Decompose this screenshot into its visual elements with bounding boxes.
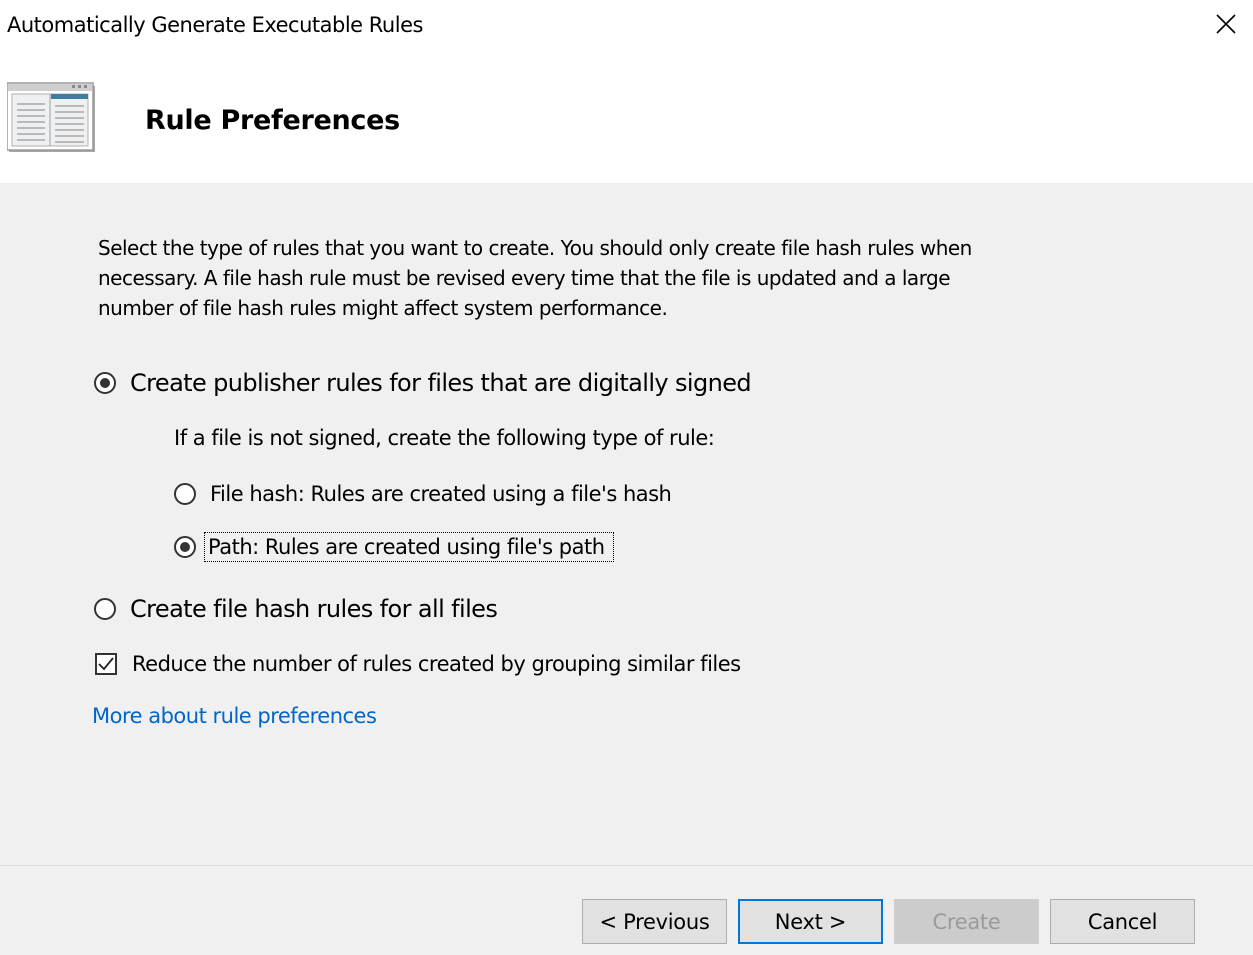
path-option[interactable]: Path: Rules are created using file's pat… [174,532,614,562]
group-similar-files-option[interactable]: Reduce the number of rules created by gr… [95,652,741,676]
title-bar: Automatically Generate Executable Rules [0,0,1253,56]
group-similar-files-label: Reduce the number of rules created by gr… [132,652,741,676]
more-about-rule-preferences-link[interactable]: More about rule preferences [92,704,377,728]
publisher-rules-radio[interactable] [94,372,116,394]
wizard-content: Select the type of rules that you want t… [0,183,1253,865]
description-text: Select the type of rules that you want t… [98,236,972,320]
next-button[interactable]: Next > [738,899,883,944]
hash-all-files-option[interactable]: Create file hash rules for all files [94,595,498,623]
unsigned-file-instruction: If a file is not signed, create the foll… [174,426,715,450]
path-label: Path: Rules are created using file's pat… [204,532,614,562]
window-title: Automatically Generate Executable Rules [7,13,423,37]
path-radio[interactable] [174,536,196,558]
previous-button[interactable]: < Previous [582,899,727,944]
cancel-button[interactable]: Cancel [1050,899,1195,944]
close-button[interactable] [1198,0,1253,48]
page-title: Rule Preferences [145,105,400,136]
wizard-header: Rule Preferences [0,56,1253,183]
publisher-rules-label: Create publisher rules for files that ar… [130,369,752,397]
window-list-icon [7,82,95,152]
create-button[interactable]: Create [894,899,1039,944]
file-hash-option[interactable]: File hash: Rules are created using a fil… [174,482,672,506]
hash-all-files-label: Create file hash rules for all files [130,595,498,623]
hash-all-files-radio[interactable] [94,598,116,620]
publisher-rules-option[interactable]: Create publisher rules for files that ar… [94,369,752,397]
file-hash-label: File hash: Rules are created using a fil… [210,482,672,506]
checkmark-icon [98,657,114,671]
group-similar-files-checkbox[interactable] [95,653,117,675]
file-hash-radio[interactable] [174,483,196,505]
footer-divider [0,865,1253,866]
close-icon [1215,14,1236,34]
